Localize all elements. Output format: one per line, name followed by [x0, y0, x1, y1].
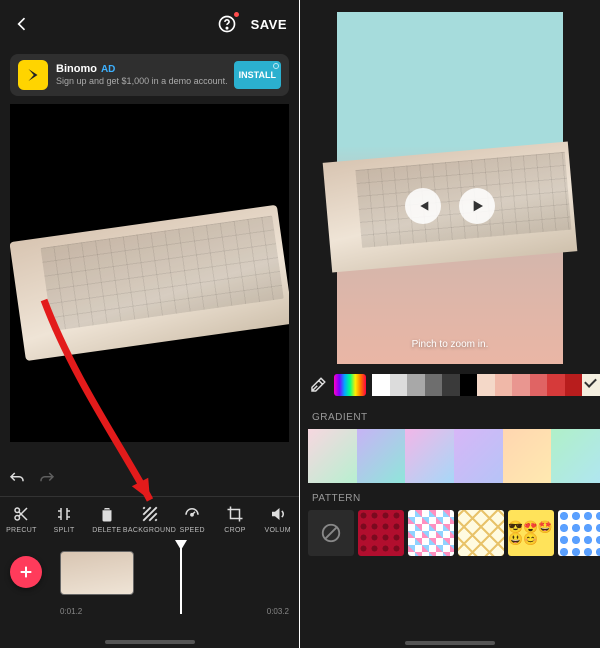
color-swatch[interactable] — [460, 374, 478, 396]
color-swatch[interactable] — [495, 374, 513, 396]
color-swatch[interactable] — [547, 374, 565, 396]
edit-toolbar: PRECUT SPLIT DELETE BACKGROUND SPEED CRO… — [0, 496, 299, 540]
pattern-dots-red[interactable] — [358, 510, 404, 556]
help-icon[interactable] — [217, 14, 237, 34]
pattern-emoji[interactable]: 😎😍🤩😃😊 — [508, 510, 554, 556]
split-tool[interactable]: SPLIT — [43, 497, 86, 540]
gradient-swatch[interactable] — [454, 429, 503, 483]
color-swatch[interactable] — [442, 374, 460, 396]
zoom-hint: Pinch to zoom in. — [337, 339, 563, 350]
pattern-dots-blue[interactable] — [558, 510, 600, 556]
ad-install-button[interactable]: INSTALL — [234, 61, 281, 89]
color-swatch[interactable] — [512, 374, 530, 396]
pattern-row: 😎😍🤩😃😊 — [300, 510, 600, 558]
eyedropper-icon[interactable] — [308, 375, 328, 395]
color-swatch[interactable] — [477, 374, 495, 396]
gradient-swatch[interactable] — [405, 429, 454, 483]
home-indicator — [105, 640, 195, 644]
ad-app-icon — [18, 60, 48, 90]
color-swatch[interactable] — [565, 374, 583, 396]
gradient-swatch[interactable] — [503, 429, 552, 483]
redo-icon[interactable] — [36, 468, 58, 490]
ad-text: BinomoAD Sign up and get $1,000 in a dem… — [56, 63, 234, 88]
save-button[interactable]: SAVE — [251, 17, 287, 32]
ad-banner[interactable]: BinomoAD Sign up and get $1,000 in a dem… — [10, 54, 289, 96]
back-icon[interactable] — [12, 14, 32, 34]
crop-tool[interactable]: CROP — [214, 497, 257, 540]
gradient-row — [300, 429, 600, 483]
color-swatch[interactable] — [372, 374, 390, 396]
color-swatch[interactable] — [530, 374, 548, 396]
home-indicator — [405, 641, 495, 645]
gradient-swatch[interactable] — [357, 429, 406, 483]
pattern-diamonds[interactable] — [458, 510, 504, 556]
gradient-swatch[interactable] — [308, 429, 357, 483]
play-button[interactable] — [459, 188, 495, 224]
background-tool[interactable]: BACKGROUND — [128, 497, 171, 540]
time-current: 0:01.2 — [60, 607, 82, 616]
time-total: 0:03.2 — [267, 607, 289, 616]
prev-button[interactable] — [405, 188, 441, 224]
color-spectrum[interactable] — [334, 374, 366, 396]
video-frame — [10, 205, 289, 361]
playhead[interactable] — [180, 546, 182, 614]
timeline[interactable]: 0:01.2 0:03.2 — [0, 550, 299, 616]
speed-tool[interactable]: SPEED — [171, 497, 214, 540]
pattern-none[interactable] — [308, 510, 354, 556]
notification-dot — [234, 12, 239, 17]
precut-tool[interactable]: PRECUT — [0, 497, 43, 540]
gradient-swatch[interactable] — [551, 429, 600, 483]
color-swatch[interactable] — [425, 374, 443, 396]
volume-tool[interactable]: VOLUM — [256, 497, 299, 540]
pattern-label: PATTERN — [300, 483, 600, 510]
gradient-label: GRADIENT — [300, 402, 600, 429]
color-swatch[interactable] — [582, 374, 600, 396]
color-swatch[interactable] — [390, 374, 408, 396]
pattern-squares[interactable] — [408, 510, 454, 556]
background-preview[interactable]: Pinch to zoom in. — [337, 12, 563, 364]
color-swatch[interactable] — [407, 374, 425, 396]
timeline-clip[interactable] — [60, 551, 134, 595]
undo-icon[interactable] — [6, 468, 28, 490]
delete-tool[interactable]: DELETE — [85, 497, 128, 540]
video-canvas[interactable] — [10, 104, 289, 442]
add-clip-button[interactable] — [10, 556, 42, 588]
color-swatches — [372, 374, 600, 396]
